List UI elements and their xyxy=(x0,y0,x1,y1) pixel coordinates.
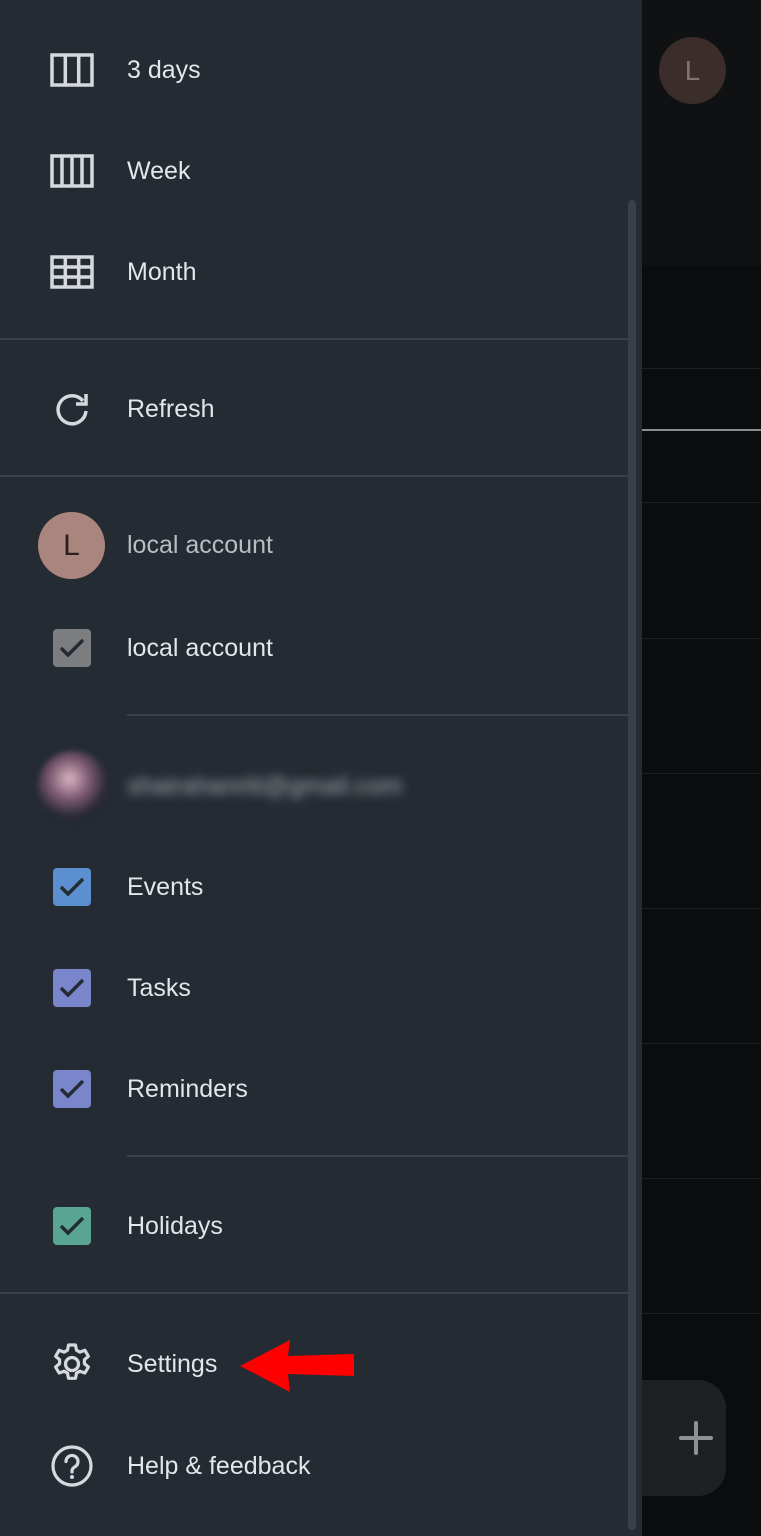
grid-line xyxy=(640,1178,761,1179)
gear-icon xyxy=(50,1342,94,1386)
check-icon xyxy=(53,1207,91,1245)
help-label: Help & feedback xyxy=(127,1451,311,1480)
divider xyxy=(127,714,630,716)
view-week[interactable]: Week xyxy=(0,141,630,201)
local-account-avatar: L xyxy=(38,512,105,579)
week-view-icon xyxy=(50,149,94,193)
grid-line xyxy=(640,638,761,639)
grid-line xyxy=(640,368,761,369)
grid-line xyxy=(640,773,761,774)
refresh-button[interactable]: Refresh xyxy=(0,379,630,439)
current-time-line xyxy=(640,429,761,431)
account-avatar[interactable]: L xyxy=(659,37,726,104)
google-account-avatar xyxy=(38,751,108,821)
calendar-label: Events xyxy=(127,872,204,901)
check-icon xyxy=(53,868,91,906)
navigation-drawer: 3 days Week Month Refresh L local accoun… xyxy=(0,0,642,1536)
month-view-icon xyxy=(50,250,94,294)
checkbox[interactable] xyxy=(50,626,94,670)
calendar-label: Holidays xyxy=(127,1211,223,1240)
annotation-arrow-icon xyxy=(240,1340,354,1392)
grid-line xyxy=(640,502,761,503)
grid-line xyxy=(640,908,761,909)
checkbox[interactable] xyxy=(50,1204,94,1248)
calendar-local-account[interactable]: local account xyxy=(0,618,630,678)
check-icon xyxy=(53,969,91,1007)
account-header-google: shairahanriti@gmail.com xyxy=(0,751,630,821)
plus-icon xyxy=(679,1421,713,1455)
settings-label: Settings xyxy=(127,1349,218,1378)
check-icon xyxy=(53,629,91,667)
calendar-events[interactable]: Events xyxy=(0,857,630,917)
help-icon xyxy=(50,1444,94,1488)
account-header-local: L local account xyxy=(0,512,630,579)
help-feedback-button[interactable]: Help & feedback xyxy=(0,1436,630,1496)
account-email: shairahanriti@gmail.com xyxy=(127,771,403,800)
grid-line xyxy=(640,1043,761,1044)
view-three-days[interactable]: 3 days xyxy=(0,40,630,100)
divider xyxy=(0,475,630,477)
calendar-holidays[interactable]: Holidays xyxy=(0,1196,630,1256)
grid-line xyxy=(640,1313,761,1314)
divider xyxy=(127,1155,630,1157)
checkbox[interactable] xyxy=(50,1067,94,1111)
checkbox[interactable] xyxy=(50,865,94,909)
account-name: local account xyxy=(127,531,273,559)
view-label: Week xyxy=(127,156,191,185)
check-icon xyxy=(53,1070,91,1108)
refresh-label: Refresh xyxy=(127,394,215,423)
three-day-view-icon xyxy=(50,48,94,92)
view-label: 3 days xyxy=(127,55,201,84)
calendar-label: Tasks xyxy=(127,973,191,1002)
calendar-tasks[interactable]: Tasks xyxy=(0,958,630,1018)
refresh-icon xyxy=(50,387,94,431)
checkbox[interactable] xyxy=(50,966,94,1010)
view-month[interactable]: Month xyxy=(0,242,630,302)
drawer-scrollbar[interactable] xyxy=(628,200,636,1530)
calendar-label: Reminders xyxy=(127,1074,248,1103)
divider xyxy=(0,338,630,340)
divider xyxy=(0,1292,630,1294)
calendar-label: local account xyxy=(127,633,273,662)
calendar-reminders[interactable]: Reminders xyxy=(0,1059,630,1119)
view-label: Month xyxy=(127,257,197,286)
